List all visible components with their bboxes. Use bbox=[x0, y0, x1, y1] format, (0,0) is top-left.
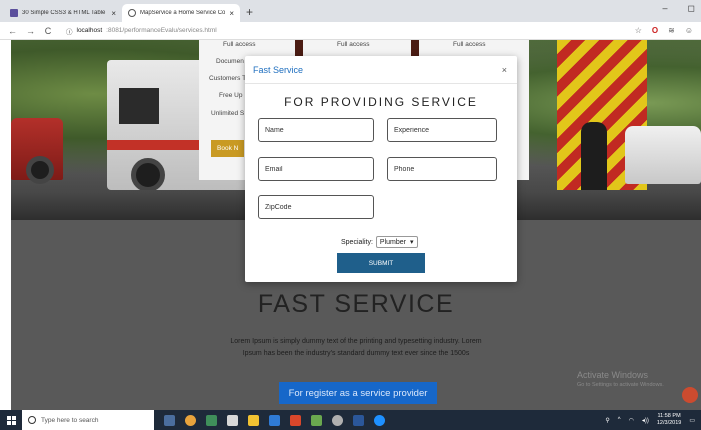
globe-icon bbox=[128, 9, 136, 17]
modal-header: Fast Service × bbox=[245, 56, 517, 84]
watermark-title: Activate Windows bbox=[577, 370, 649, 380]
experience-input[interactable] bbox=[387, 118, 497, 142]
white-car-shape bbox=[625, 126, 701, 184]
submit-button[interactable]: SUBMIT bbox=[337, 253, 425, 273]
phone-input[interactable] bbox=[387, 157, 497, 181]
info-icon: ⓘ bbox=[66, 28, 73, 36]
opera-icon[interactable]: O bbox=[652, 26, 658, 35]
extension-icon[interactable]: ≋ bbox=[668, 26, 675, 35]
close-icon[interactable]: × bbox=[502, 65, 509, 75]
window-controls: – ◻ bbox=[663, 3, 696, 14]
maximize-button[interactable]: ◻ bbox=[688, 3, 695, 14]
cortana-icon bbox=[28, 416, 36, 424]
profile-icon[interactable]: ☺ bbox=[685, 26, 693, 35]
tray-chevron-icon[interactable]: ^ bbox=[618, 417, 621, 423]
store-icon[interactable] bbox=[269, 414, 280, 426]
floating-action-button[interactable] bbox=[682, 387, 698, 403]
chrome-icon[interactable] bbox=[290, 414, 301, 426]
pinned-apps bbox=[164, 414, 385, 426]
modal-title: Fast Service bbox=[253, 64, 304, 75]
taskbar-search[interactable]: Type here to search bbox=[22, 410, 154, 430]
tab-close-icon[interactable]: × bbox=[111, 9, 116, 18]
book-now-button[interactable]: Book N bbox=[211, 140, 245, 157]
card-feature: Full access bbox=[337, 41, 370, 48]
speciality-select[interactable]: Plumber ▾ bbox=[375, 236, 418, 248]
activate-windows-watermark: Activate Windows Go to Settings to activ… bbox=[577, 370, 664, 388]
clock-date: 12/3/2019 bbox=[656, 420, 682, 426]
task-view-icon[interactable] bbox=[164, 414, 175, 426]
card-feature: Documen bbox=[216, 58, 244, 65]
settings-icon[interactable] bbox=[332, 414, 343, 426]
browser-tab-active[interactable]: MapService a Home Service Com × bbox=[122, 4, 240, 22]
opera-app-icon[interactable] bbox=[185, 414, 196, 426]
reload-icon[interactable]: C bbox=[44, 26, 52, 36]
card-feature: Unlimited S bbox=[211, 110, 245, 117]
back-arrow-icon[interactable]: ← bbox=[8, 26, 17, 36]
mail-icon[interactable] bbox=[227, 414, 238, 426]
file-explorer-icon[interactable] bbox=[248, 414, 259, 426]
name-input[interactable] bbox=[258, 118, 374, 142]
taskbar-search-placeholder: Type here to search bbox=[41, 416, 99, 424]
clock-time: 11:58 PM bbox=[657, 413, 681, 419]
edge-icon[interactable] bbox=[374, 414, 385, 426]
volume-icon[interactable]: ◂)) bbox=[642, 417, 649, 424]
new-tab-button[interactable]: + bbox=[240, 4, 259, 22]
forward-arrow-icon[interactable]: → bbox=[26, 26, 35, 36]
url-host: localhost bbox=[76, 27, 103, 34]
toolbar-icons: ☆ O ≋ ☺ bbox=[635, 26, 693, 35]
tab-close-icon[interactable]: × bbox=[229, 9, 234, 18]
network-icon[interactable]: ◠ bbox=[629, 417, 634, 424]
speciality-label: Speciality: bbox=[341, 238, 373, 246]
app-icon[interactable] bbox=[311, 414, 322, 426]
taskbar-clock[interactable]: 11:58 PM 12/3/2019 bbox=[657, 413, 681, 427]
word-icon[interactable] bbox=[353, 414, 364, 426]
tab-title: MapService a Home Service Com bbox=[140, 10, 226, 16]
site-favicon-icon bbox=[10, 9, 18, 17]
register-service-provider-button[interactable]: For register as a service provider bbox=[279, 382, 437, 404]
email-input[interactable] bbox=[258, 157, 374, 181]
section-title: FAST SERVICE bbox=[257, 290, 455, 318]
watermark-subtitle: Go to Settings to activate Windows. bbox=[577, 382, 664, 388]
url-path: :8081/performanceEvalu/services.html bbox=[106, 27, 217, 34]
star-icon[interactable]: ☆ bbox=[635, 26, 642, 35]
dropdown-arrow-icon: ▾ bbox=[409, 239, 414, 246]
zipcode-input[interactable] bbox=[258, 195, 374, 219]
tab-title: 30 Simple CSS3 & HTML Table St bbox=[22, 10, 108, 16]
card-feature: Customers T bbox=[209, 75, 247, 82]
minimize-button[interactable]: – bbox=[663, 3, 668, 14]
url-field[interactable]: ⓘ localhost:8081/performanceEvalu/servic… bbox=[66, 26, 217, 36]
speciality-row: Speciality: Plumber ▾ bbox=[341, 236, 418, 248]
browser-tab[interactable]: 30 Simple CSS3 & HTML Table St × bbox=[4, 4, 122, 22]
windows-taskbar: Type here to search ⚲ ^ ◠ ◂)) 11:58 PM 1… bbox=[0, 410, 701, 430]
windows-start-icon[interactable] bbox=[0, 415, 22, 425]
address-bar: ← → C ⓘ localhost:8081/performanceEvalu/… bbox=[0, 22, 701, 40]
wheel-shape bbox=[26, 156, 54, 184]
people-icon[interactable]: ⚲ bbox=[605, 417, 609, 424]
browser-tab-bar: 30 Simple CSS3 & HTML Table St × MapServ… bbox=[0, 0, 701, 22]
fast-service-modal: Fast Service × FOR PROVIDING SERVICE Spe… bbox=[245, 56, 517, 282]
wheel-shape bbox=[131, 158, 165, 192]
speciality-value: Plumber bbox=[379, 238, 406, 246]
app-icon[interactable] bbox=[206, 414, 217, 426]
card-feature: Full access bbox=[223, 41, 256, 48]
section-description: Lorem Ipsum is simply dummy text of the … bbox=[230, 338, 482, 357]
modal-heading: FOR PROVIDING SERVICE bbox=[284, 95, 478, 109]
card-feature: Free Up bbox=[219, 92, 243, 99]
card-feature: Full access bbox=[453, 41, 486, 48]
system-tray: ⚲ ^ ◠ ◂)) 11:58 PM 12/3/2019 ▭ bbox=[605, 413, 701, 427]
notifications-icon[interactable]: ▭ bbox=[689, 417, 695, 424]
